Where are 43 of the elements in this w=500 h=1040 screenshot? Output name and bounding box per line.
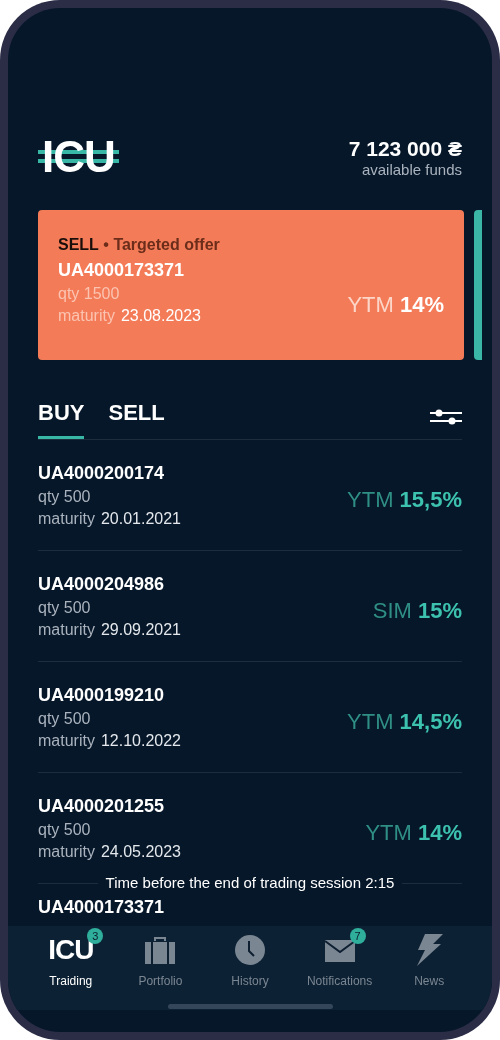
yield-rate: YTM 14% [365, 820, 462, 846]
balance: 7 123 000 ₴ [348, 136, 462, 161]
bond-code: UA4000199210 [38, 684, 166, 706]
bond-code: UA4000201255 [38, 795, 166, 817]
nav-tab[interactable]: 7 Notifications [294, 926, 385, 1004]
nav-tab[interactable]: Portfolio [115, 926, 206, 1004]
maturity-label: maturity [38, 731, 95, 750]
offer-card[interactable]: SELL • Targeted offer UA4000173371 qty 1500 maturity 23.08.2023 YTM 14% [38, 210, 464, 360]
maturity-label: maturity [58, 307, 115, 325]
bond-code: UA4000173371 [38, 897, 165, 917]
quantity: qty 500 [38, 487, 92, 506]
quantity: qty 500 [38, 598, 92, 617]
maturity-label: maturity [38, 509, 95, 528]
quantity: qty 500 [38, 709, 92, 728]
clock-icon [234, 934, 266, 966]
tab[interactable]: BUY [38, 394, 85, 439]
yield-rate: YTM 14,5% [347, 709, 462, 735]
filter-icon[interactable] [430, 407, 462, 426]
maturity-date: 23.08.2023 [120, 307, 201, 325]
quantity: qty 1500 [58, 285, 121, 303]
balance-label: available funds [361, 160, 462, 178]
maturity-date: 20.01.2021 [100, 509, 181, 528]
maturity-label: maturity [38, 620, 95, 639]
bond-code: UA4000173371 [58, 260, 186, 281]
bond-code: UA4000204986 [38, 573, 166, 595]
badge: 7 [349, 928, 366, 944]
session-timer: Time before the end of trading session 2:15 [97, 874, 403, 891]
envelope-icon [323, 937, 356, 963]
nav-tab[interactable]: News [384, 926, 474, 1004]
yield-rate: YTM 14% [347, 291, 444, 318]
bond-code: UA4000200174 [38, 462, 166, 484]
maturity-date: 24.05.2023 [100, 842, 181, 861]
nav-tab[interactable]: History [205, 926, 295, 1004]
lightning-icon [415, 934, 444, 966]
maturity-date: 29.09.2021 [100, 620, 181, 639]
yield-rate: YTM 15,5% [347, 487, 462, 513]
maturity-date: 12.10.2022 [100, 731, 181, 750]
maturity-label: maturity [38, 842, 95, 861]
offer-headline: SELL • Targeted offer [58, 236, 221, 254]
yield-rate: SIM 15% [372, 598, 462, 624]
tab[interactable]: SELL [108, 394, 165, 439]
briefcase-icon [144, 935, 177, 965]
quantity: qty 500 [38, 820, 92, 839]
